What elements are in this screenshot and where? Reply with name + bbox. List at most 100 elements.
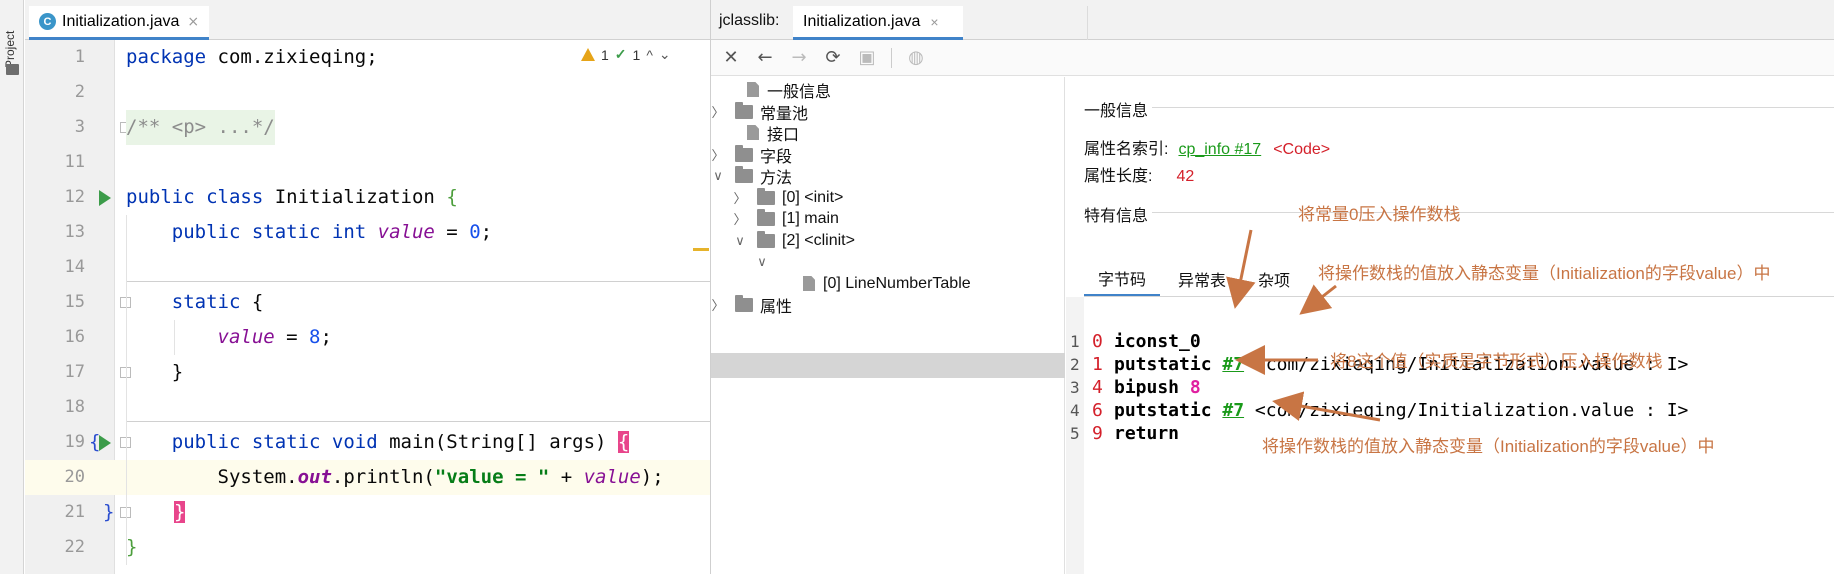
jclasslib-toolbar: ✕ ← → ⟳ ▣ ◍ bbox=[711, 40, 1834, 76]
tree-item-label: [0] Code bbox=[804, 252, 865, 270]
annotation-iconst: 将常量0压入操作数栈 bbox=[1298, 205, 1461, 224]
code-text: } bbox=[126, 361, 184, 383]
java-class-icon: C bbox=[39, 13, 56, 30]
annotation-putstatic-2: 将操作数栈的值放入静态变量（Initialization的字段value）中 bbox=[1262, 437, 1715, 456]
folded-javadoc[interactable]: /** <p> ...*/ bbox=[126, 110, 275, 145]
line-number: 16 bbox=[64, 327, 85, 347]
tree-item-attributes[interactable]: 〉 属性 bbox=[711, 292, 792, 317]
code-editor: C Initialization.java × 1 ✓ 1 ^ ⌄ 1 pack… bbox=[25, 0, 710, 574]
cp-ref-link[interactable]: #7 bbox=[1222, 354, 1244, 375]
code-text: static { bbox=[126, 291, 264, 313]
chevron-right-icon[interactable]: 〉 bbox=[733, 188, 747, 207]
attr-length-label: 属性长度: bbox=[1084, 168, 1153, 185]
browser-icon[interactable]: ◍ bbox=[906, 47, 926, 68]
section-title: 特有信息 bbox=[1084, 208, 1149, 225]
chevron-right-icon[interactable]: 〉 bbox=[733, 209, 747, 228]
tree-item-label: 方法 bbox=[760, 169, 793, 187]
attr-name-index-label: 属性名索引: bbox=[1084, 141, 1169, 158]
code-line: 13 public static int value = 0; bbox=[25, 215, 710, 250]
chevron-right-icon[interactable]: 〉 bbox=[711, 102, 725, 121]
code-line: 17 } bbox=[25, 355, 710, 390]
chevron-right-icon[interactable]: 〉 bbox=[711, 295, 725, 314]
code-text: public class Initialization { bbox=[126, 186, 458, 208]
cp-ref-link[interactable]: #7 bbox=[1222, 400, 1244, 421]
tree-item-label: 属性 bbox=[760, 298, 793, 316]
class-structure-tree: 一般信息 〉常量池 接口 〉字段 ∨ 方法 〉 [0] <init> 〉 [1] ma… bbox=[711, 77, 1065, 574]
folder-icon bbox=[735, 165, 753, 183]
tree-item-line-number-table[interactable]: [0] LineNumberTable bbox=[791, 271, 971, 296]
close-icon[interactable]: ✕ bbox=[721, 47, 741, 68]
code-text: } bbox=[126, 536, 138, 558]
close-icon[interactable]: × bbox=[930, 14, 938, 30]
line-number: 3 bbox=[74, 117, 85, 137]
general-info-section: 一般信息 bbox=[1084, 97, 1834, 121]
refresh-icon[interactable]: ⟳ bbox=[823, 47, 843, 68]
method-separator bbox=[126, 421, 710, 422]
cp-info-link[interactable]: cp_info #17 bbox=[1178, 141, 1261, 158]
tree-item-label: [2] <clinit> bbox=[782, 231, 855, 249]
folder-icon bbox=[757, 187, 775, 205]
folder-icon bbox=[735, 101, 753, 119]
line-number: 11 bbox=[64, 152, 85, 172]
jclasslib-tab-label: Initialization.java bbox=[803, 12, 921, 30]
folder-icon bbox=[757, 230, 775, 248]
jclasslib-tab-initialization[interactable]: Initialization.java × bbox=[793, 6, 963, 40]
specific-info-section: 特有信息 bbox=[1084, 202, 1834, 226]
indent-guide bbox=[126, 215, 127, 565]
run-icon[interactable] bbox=[99, 435, 111, 451]
section-rule bbox=[1152, 107, 1834, 108]
tree-item-label: 一般信息 bbox=[767, 83, 832, 101]
editor-tab-label: Initialization.java bbox=[62, 12, 180, 30]
editor-tab-initialization[interactable]: C Initialization.java × bbox=[29, 6, 209, 40]
tab-misc[interactable]: 杂项 bbox=[1244, 261, 1304, 297]
attr-length-value: 42 bbox=[1176, 168, 1195, 185]
code-line: 16 value = 8; bbox=[25, 320, 710, 355]
jclasslib-tab-bar: jclasslib: Initialization.java × bbox=[711, 0, 1834, 40]
close-icon[interactable]: × bbox=[187, 14, 199, 30]
chevron-down-icon[interactable]: ∨ bbox=[755, 254, 769, 270]
folder-icon bbox=[757, 208, 775, 226]
detail-pane: 一般信息 属性名索引: cp_info #17 <Code> 属性长度: 42 特有信… bbox=[1066, 77, 1834, 574]
method-separator bbox=[126, 281, 710, 282]
project-label[interactable]: Project bbox=[3, 8, 17, 68]
tree-item-label: [0] LineNumberTable bbox=[823, 274, 971, 292]
code-text: package com.zixieqing; bbox=[126, 46, 378, 68]
code-line: 22 } bbox=[25, 530, 710, 565]
code-line: 14 bbox=[25, 250, 710, 285]
line-number: 17 bbox=[64, 362, 85, 382]
code-line: 3 /** <p> ...*/ bbox=[25, 110, 710, 145]
code-line: 2 bbox=[25, 75, 710, 110]
chevron-down-icon[interactable]: ∨ bbox=[711, 168, 725, 184]
file-icon bbox=[747, 125, 759, 140]
code-line: 18 bbox=[25, 390, 710, 425]
line-number: 20 bbox=[64, 467, 85, 487]
code-line-current: 20 System.out.println("value = " + value… bbox=[25, 460, 710, 495]
folder-icon bbox=[735, 294, 753, 312]
chevron-down-icon[interactable]: ∨ bbox=[733, 233, 747, 249]
section-title: 一般信息 bbox=[1084, 103, 1149, 120]
folder-icon bbox=[735, 144, 753, 162]
indent-guide bbox=[174, 320, 175, 355]
tab-exception-table[interactable]: 异常表 bbox=[1164, 261, 1240, 297]
line-number: 15 bbox=[64, 292, 85, 312]
file-icon bbox=[747, 82, 759, 97]
code-text: } bbox=[174, 501, 186, 523]
chevron-right-icon[interactable]: 〉 bbox=[711, 145, 725, 164]
annotation-putstatic-1: 将操作数栈的值放入静态变量（Initialization的字段value）中 bbox=[1318, 264, 1771, 283]
run-icon[interactable] bbox=[99, 190, 111, 206]
tree-selection-highlight bbox=[711, 353, 1065, 378]
back-icon[interactable]: ← bbox=[755, 47, 775, 68]
tab-bytecode[interactable]: 字节码 bbox=[1084, 261, 1161, 297]
line-number: 19 bbox=[64, 432, 85, 452]
tree-item-label: 接口 bbox=[767, 126, 800, 144]
code-line: 19 { public static void main(String[] ar… bbox=[25, 425, 710, 460]
project-tool-strip[interactable]: Project bbox=[0, 0, 24, 574]
forward-icon[interactable]: → bbox=[789, 47, 809, 68]
code-line: 21 } } bbox=[25, 495, 710, 530]
save-icon[interactable]: ▣ bbox=[857, 47, 877, 68]
section-rule bbox=[1152, 212, 1834, 213]
jclasslib-panel: jclasslib: Initialization.java × ✕ ← → ⟳… bbox=[710, 0, 1834, 574]
screenshot-root: Project C Initialization.java × 1 ✓ 1 ^ … bbox=[0, 0, 1834, 574]
line-number: 22 bbox=[64, 537, 85, 557]
editor-tab-bar: C Initialization.java × bbox=[25, 0, 710, 40]
